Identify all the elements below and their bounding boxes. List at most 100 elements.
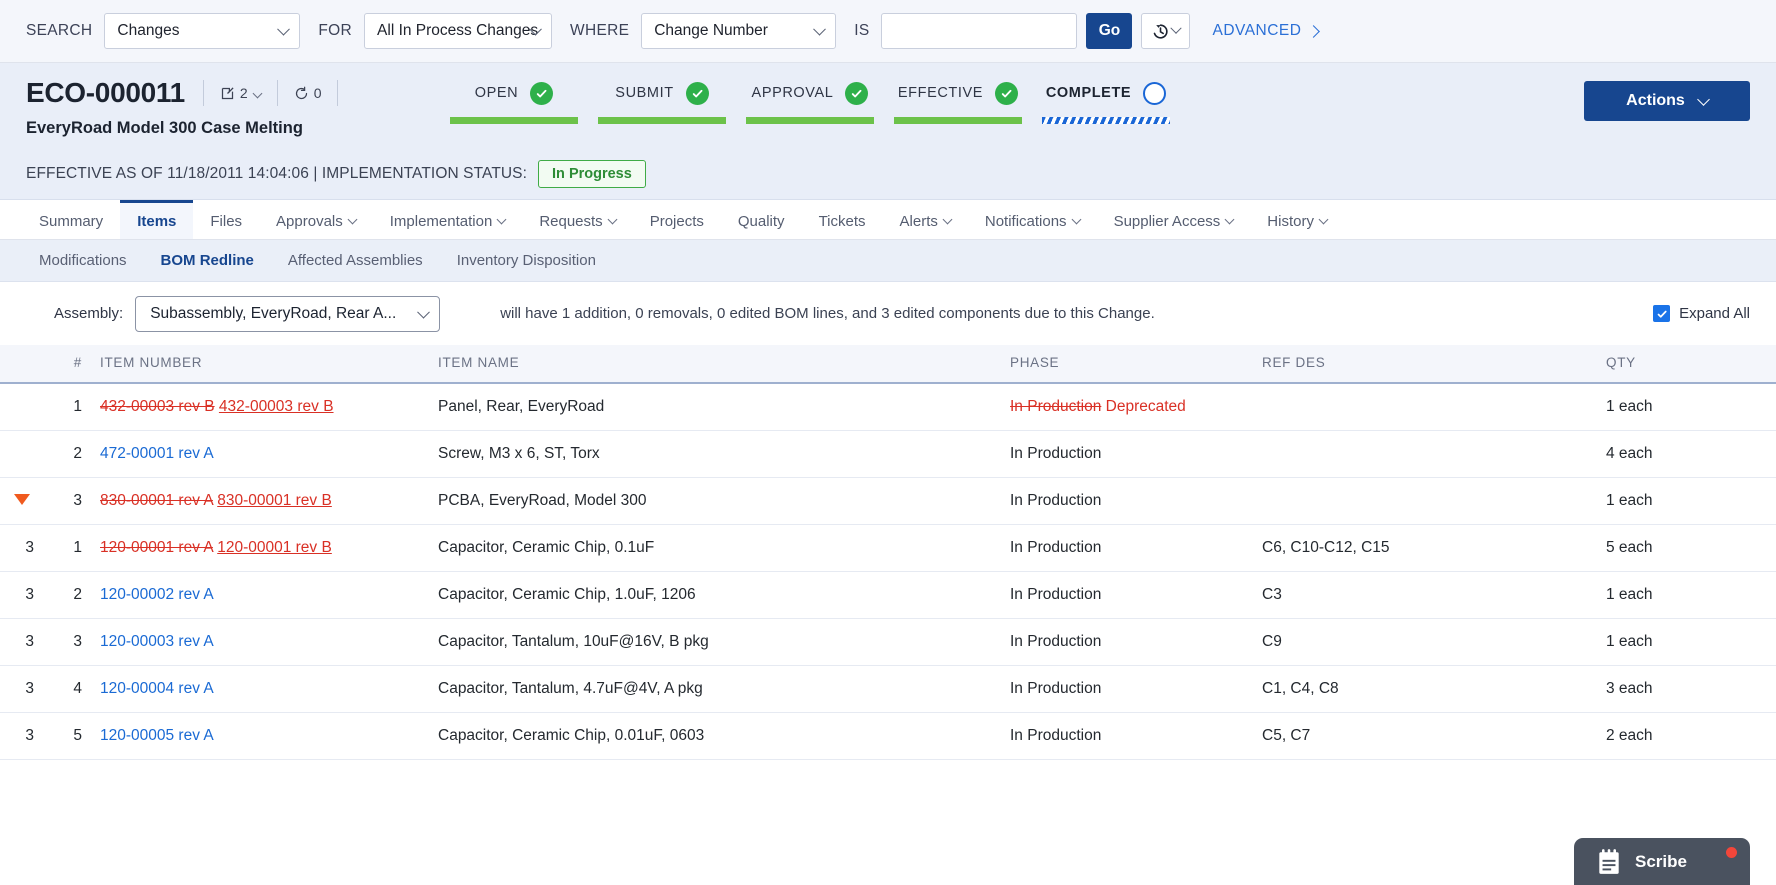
row-item-name: Capacitor, Ceramic Chip, 0.1uF	[438, 524, 1010, 572]
item-number-link[interactable]: 120-00004 rev A	[100, 680, 214, 697]
expand-all-toggle[interactable]: Expand All	[1653, 305, 1750, 322]
row-item-number[interactable]: 125-00002 rev A	[100, 759, 438, 775]
chevron-down-icon	[1224, 214, 1235, 224]
item-number-new[interactable]: 830-00001 rev B	[217, 492, 332, 509]
table-row[interactable]: 3 1 120-00001 rev A 120-00001 rev B Capa…	[0, 524, 1776, 572]
row-item-number[interactable]: 120-00002 rev A	[100, 571, 438, 619]
scribe-widget[interactable]: Scribe	[1574, 838, 1750, 885]
tab-items[interactable]: Items	[120, 200, 194, 239]
advanced-search-link[interactable]: ADVANCED	[1212, 22, 1321, 40]
assembly-select[interactable]: Subassembly, EveryRoad, Rear A...	[135, 295, 441, 332]
col-phase[interactable]: PHASE	[1010, 345, 1262, 384]
subtab-modifications[interactable]: Modifications	[22, 252, 144, 269]
chevron-down-icon	[347, 214, 358, 224]
where-label: WHERE	[570, 22, 630, 39]
tab-supplier-access[interactable]: Supplier Access	[1097, 200, 1251, 239]
workflow-step-submit[interactable]: SUBMIT	[588, 77, 736, 124]
tab-label: Supplier Access	[1113, 212, 1221, 230]
tab-label: Approvals	[276, 212, 343, 230]
row-item-number[interactable]: 432-00003 rev B 432-00003 rev B	[100, 383, 438, 431]
row-phase: In Production	[1010, 430, 1262, 478]
search-type-select[interactable]: Changes	[104, 13, 301, 49]
row-item-number[interactable]: 120-00005 rev A	[100, 712, 438, 760]
search-field-select[interactable]: Change Number	[641, 13, 837, 49]
notepad-icon	[1599, 848, 1619, 874]
revisions-chip[interactable]: 0	[276, 80, 339, 106]
tab-approvals[interactable]: Approvals	[259, 200, 373, 239]
table-row[interactable]: 3 5 120-00005 rev A Capacitor, Ceramic C…	[0, 712, 1776, 760]
tab-history[interactable]: History	[1250, 200, 1344, 239]
tab-label: Requests	[539, 212, 603, 230]
item-number-link[interactable]: 120-00003 rev A	[100, 633, 214, 650]
col-ref-des[interactable]: REF DES	[1262, 345, 1606, 384]
actions-button[interactable]: Actions	[1584, 81, 1750, 121]
row-index: 3	[44, 477, 100, 525]
table-row[interactable]: 1 432-00003 rev B 432-00003 rev B Panel,…	[0, 383, 1776, 431]
row-item-number[interactable]: 120-00003 rev A	[100, 618, 438, 666]
row-item-number[interactable]: 120-00004 rev A	[100, 665, 438, 713]
tab-quality[interactable]: Quality	[721, 200, 802, 239]
table-row[interactable]: 3 2 120-00002 rev A Capacitor, Ceramic C…	[0, 571, 1776, 619]
attachments-chip[interactable]: 2	[202, 80, 277, 106]
row-ref-des	[1262, 430, 1606, 478]
table-row[interactable]: 2 472-00001 rev A Screw, M3 x 6, ST, Tor…	[0, 430, 1776, 478]
subtab-bom-redline[interactable]: BOM Redline	[144, 252, 271, 269]
row-phase: In Production	[1010, 759, 1262, 775]
row-item-number[interactable]: 472-00001 rev A	[100, 430, 438, 478]
search-input[interactable]	[881, 13, 1078, 49]
item-number-new[interactable]: 432-00003 rev B	[219, 398, 334, 415]
row-item-name: Panel, Rear, EveryRoad	[438, 383, 1010, 431]
tab-implementation[interactable]: Implementation	[373, 200, 523, 239]
check-circle-icon	[845, 81, 869, 105]
row-index: 5	[44, 712, 100, 760]
row-item-number[interactable]: 830-00001 rev A 830-00001 rev B	[100, 477, 438, 525]
col-item-name[interactable]: ITEM NAME	[438, 345, 1010, 384]
table-header: # ITEM NUMBER ITEM NAME PHASE REF DES QT…	[0, 345, 1776, 384]
row-level: 3	[0, 759, 44, 775]
item-number-link[interactable]: 120-00002 rev A	[100, 586, 214, 603]
tab-label: Projects	[649, 212, 704, 230]
workflow-step-complete[interactable]: COMPLETE	[1032, 77, 1180, 124]
table-row[interactable]: 3 4 120-00004 rev A Capacitor, Tantalum,…	[0, 665, 1776, 713]
row-expander-cell[interactable]	[0, 477, 44, 525]
workflow-step-label: APPROVAL	[751, 85, 834, 101]
subtab-inventory-disposition[interactable]: Inventory Disposition	[440, 252, 613, 269]
item-number-link[interactable]: 125-00002 rev A	[100, 774, 214, 775]
row-phase: In Production	[1010, 665, 1262, 713]
workflow-step-open[interactable]: OPEN	[440, 77, 588, 124]
item-number-new[interactable]: 120-00001 rev B	[217, 539, 332, 556]
expander-triangle-icon[interactable]	[14, 494, 30, 505]
workflow-step-approval[interactable]: APPROVAL	[736, 77, 884, 124]
table-row[interactable]: 3 3 120-00003 rev A Capacitor, Tantalum,…	[0, 618, 1776, 666]
workflow-step-effective[interactable]: EFFECTIVE	[884, 77, 1032, 124]
row-ref-des: C1, C4, C8	[1262, 665, 1606, 713]
tab-requests[interactable]: Requests	[522, 200, 632, 239]
tab-notifications[interactable]: Notifications	[968, 200, 1097, 239]
go-button[interactable]: Go	[1086, 13, 1133, 49]
item-number-link[interactable]: 472-00001 rev A	[100, 445, 214, 462]
subtab-affected-assemblies[interactable]: Affected Assemblies	[271, 252, 440, 269]
table-row[interactable]: 3 6 125-00002 rev A Connector, Mini USB …	[0, 759, 1776, 775]
col-item-number[interactable]: ITEM NUMBER	[100, 345, 438, 384]
phase-new: Deprecated	[1105, 398, 1186, 415]
expand-all-checkbox[interactable]	[1653, 305, 1671, 322]
row-index: 1	[44, 524, 100, 572]
row-phase: In Production	[1010, 571, 1262, 619]
tab-summary[interactable]: Summary	[22, 200, 120, 239]
item-number-link[interactable]: 120-00005 rev A	[100, 727, 214, 744]
col-index[interactable]: #	[44, 345, 100, 384]
search-history-button[interactable]	[1141, 13, 1191, 49]
tab-projects[interactable]: Projects	[633, 200, 721, 239]
history-icon	[1154, 23, 1169, 39]
tab-alerts[interactable]: Alerts	[883, 200, 968, 239]
tab-files[interactable]: Files	[193, 200, 259, 239]
search-filter-select[interactable]: All In Process Changes	[364, 13, 553, 49]
col-qty[interactable]: QTY	[1606, 345, 1776, 384]
table-row[interactable]: 3 830-00001 rev A 830-00001 rev B PCBA, …	[0, 477, 1776, 525]
row-qty: 1 each	[1606, 618, 1776, 666]
row-ref-des: J4	[1262, 759, 1606, 775]
row-index: 1	[44, 383, 100, 431]
tab-tickets[interactable]: Tickets	[802, 200, 883, 239]
row-item-number[interactable]: 120-00001 rev A 120-00001 rev B	[100, 524, 438, 572]
row-item-name: PCBA, EveryRoad, Model 300	[438, 477, 1010, 525]
